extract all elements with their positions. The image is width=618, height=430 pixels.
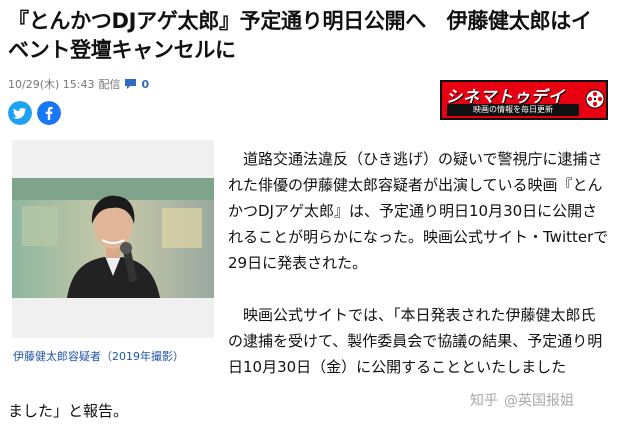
twitter-bird-icon[interactable]	[8, 101, 32, 125]
cinema-today-logo[interactable]: シネマトゥデイ 映画の情報を毎日更新	[440, 80, 608, 120]
article-photo-frame	[12, 140, 214, 338]
body-paragraph-2: 映画公式サイトでは、「本日発表された伊藤健太郎氏の逮捕を受けて、製作委員会で協議…	[228, 306, 603, 376]
article-meta: 10/29(木) 15:43 配信 0	[8, 76, 149, 92]
share-buttons	[8, 101, 61, 125]
watermark-author: @英国报姐	[504, 393, 574, 409]
film-reel-icon	[585, 89, 605, 109]
body-paragraph-2-end: ました」と報告。	[8, 402, 129, 420]
comment-count[interactable]: 0	[141, 78, 149, 91]
facebook-f-icon[interactable]	[37, 101, 61, 125]
article-headline: 『とんかつDJアゲ太郎』予定通り明日公開へ 伊藤健太郎はイベント登壇キャンセルに	[8, 9, 592, 62]
source-label: 配信	[98, 78, 121, 91]
watermark-site: 知乎	[470, 393, 498, 409]
photo-caption[interactable]: 伊藤健太郎容疑者（2019年撮影）	[13, 348, 184, 364]
watermark: 知乎 @英国报姐	[470, 390, 574, 410]
comment-icon[interactable]	[124, 78, 137, 90]
body-paragraph-1: 道路交通法違反（ひき逃げ）の疑いで警視庁に逮捕された俳優の伊藤健太郎容疑者が出演…	[228, 150, 609, 272]
brand-tagline: 映画の情報を毎日更新	[447, 104, 579, 116]
article-body: 道路交通法違反（ひき逃げ）の疑いで警視庁に逮捕された俳優の伊藤健太郎容疑者が出演…	[228, 146, 610, 380]
publish-date: 10/29(木) 15:43	[8, 78, 95, 91]
article-photo[interactable]	[12, 178, 214, 298]
